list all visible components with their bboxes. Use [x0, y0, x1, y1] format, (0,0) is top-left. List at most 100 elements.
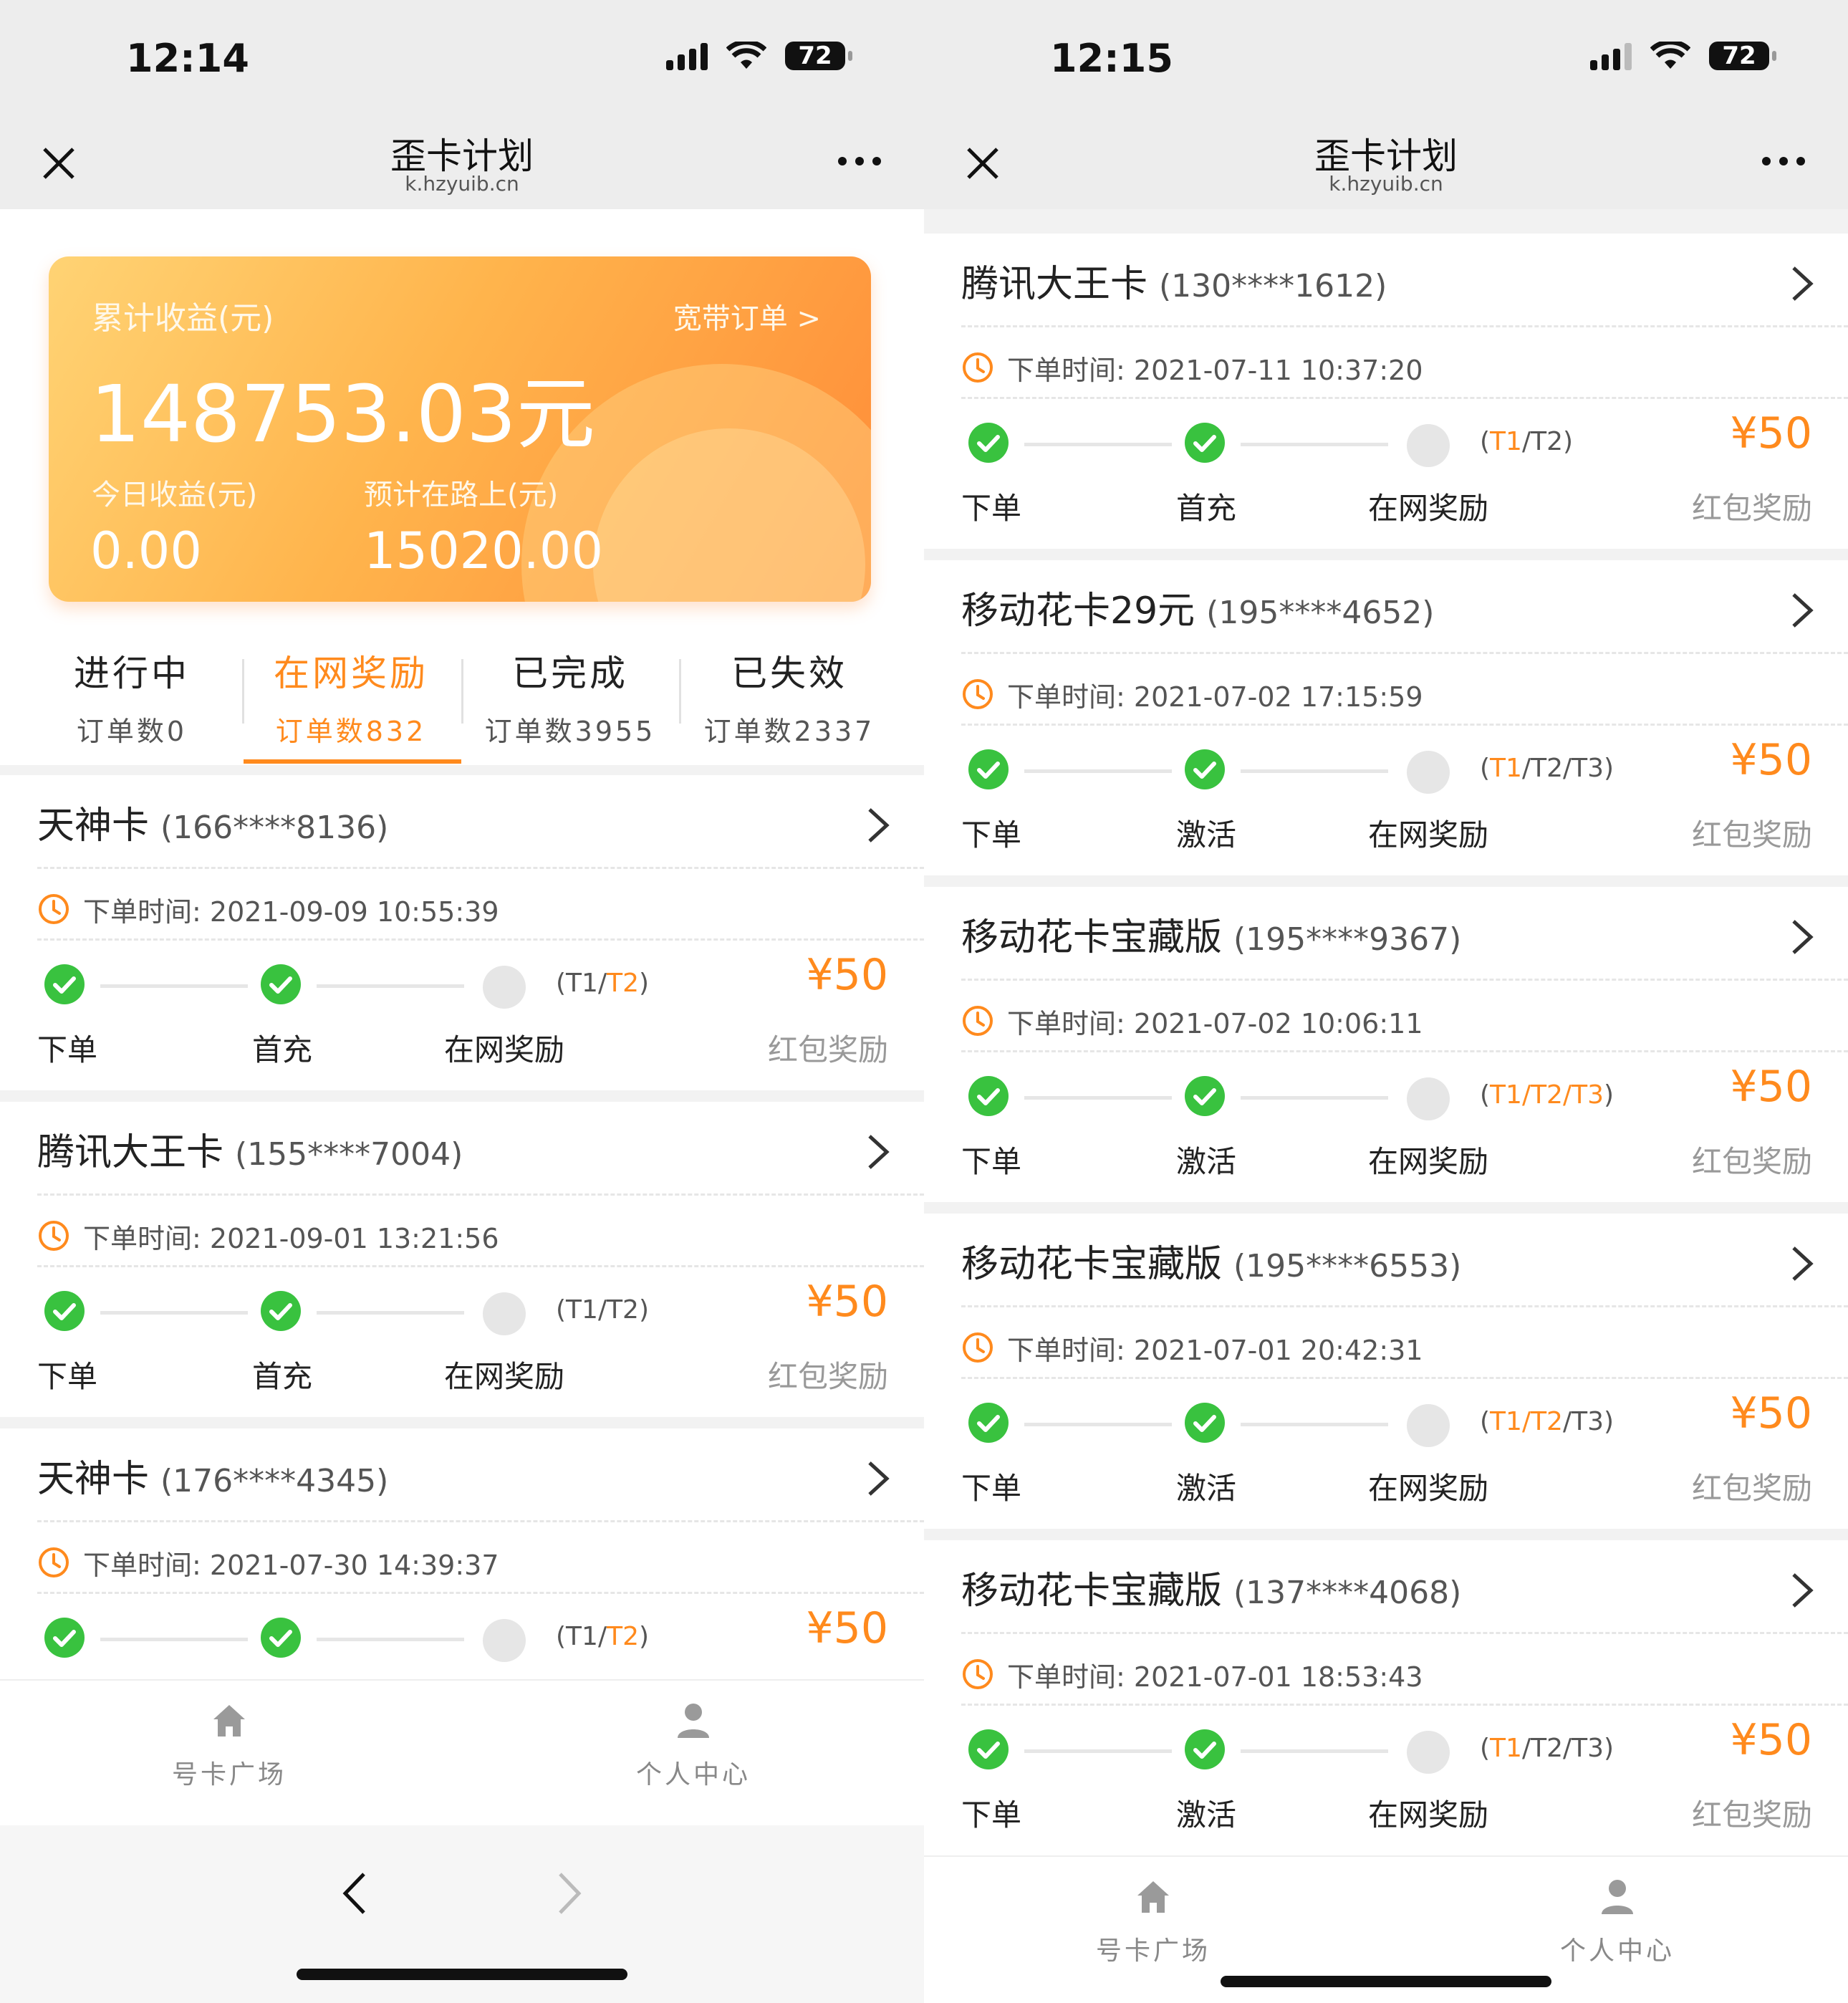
divider — [37, 1265, 924, 1267]
divider — [37, 1193, 924, 1196]
check-icon — [44, 1618, 85, 1658]
order-phone: (195****4652) — [1206, 595, 1435, 631]
clock-icon — [963, 679, 993, 709]
reward-stage: (T1/T2/T3) — [1480, 1734, 1614, 1763]
divider — [961, 1632, 1848, 1634]
tab-network-reward[interactable]: 在网奖励 订单数832 — [244, 630, 458, 749]
check-icon — [1185, 749, 1225, 789]
step-label: 下单 — [37, 1359, 98, 1394]
more-icon[interactable] — [1762, 150, 1812, 172]
back-arrow-icon[interactable] — [337, 1868, 372, 1918]
chevron-right-icon[interactable] — [1788, 262, 1816, 305]
chevron-right-icon[interactable] — [1788, 1242, 1816, 1285]
reward-amount: ¥50 — [806, 1603, 888, 1653]
progress-connector — [100, 1638, 248, 1641]
clock-icon — [39, 894, 69, 924]
clock-icon — [963, 1006, 993, 1036]
total-earnings-value: 148753.03元 — [90, 368, 595, 460]
order-product-name: 移动花卡宝藏版 (195****9367) — [961, 916, 1462, 959]
tab-card-square[interactable]: 号卡广场 — [1046, 1877, 1261, 1967]
tab-expired[interactable]: 已失效 订单数2337 — [682, 630, 897, 749]
chevron-right-icon[interactable] — [864, 1457, 892, 1500]
forward-arrow-icon[interactable] — [552, 1868, 587, 1918]
tab-personal-center[interactable]: 个人中心 — [586, 1701, 801, 1791]
step-label: 激活 — [1176, 1471, 1237, 1506]
step-label: 下单 — [961, 817, 1022, 852]
home-indicator — [297, 1969, 627, 1980]
today-earnings-value: 0.00 — [90, 522, 202, 580]
check-icon — [968, 1076, 1009, 1116]
user-icon — [678, 1704, 709, 1738]
signal-icon — [1590, 42, 1632, 70]
user-icon — [1602, 1880, 1633, 1914]
signal-icon — [666, 42, 708, 70]
reward-amount: ¥50 — [1730, 1715, 1812, 1765]
order-product-name: 腾讯大王卡 (155****7004) — [37, 1131, 463, 1174]
reward-label: 红包奖励 — [1691, 491, 1812, 526]
chevron-right-icon[interactable] — [1788, 1569, 1816, 1612]
progress-connector — [100, 1311, 248, 1315]
nav-bar: 歪卡计划 k.hzyuib.cn — [0, 115, 924, 209]
chevron-right-icon[interactable] — [1788, 589, 1816, 632]
order-card[interactable]: 移动花卡宝藏版 (137****4068) 下单时间: 2021-07-01 18… — [924, 1540, 1848, 1855]
pending-step-icon — [483, 966, 526, 1009]
chevron-right-icon[interactable] — [1788, 916, 1816, 959]
progress-connector — [317, 1311, 464, 1315]
nav-bar: 歪卡计划 k.hzyuib.cn — [924, 115, 1848, 209]
tab-personal-center[interactable]: 个人中心 — [1510, 1877, 1725, 1967]
progress-connector — [1241, 443, 1388, 446]
order-card[interactable]: 腾讯大王卡 (130****1612) 下单时间: 2021-07-11 10:3… — [924, 234, 1848, 549]
progress-connector — [1024, 443, 1172, 446]
order-product-name: 移动花卡宝藏版 (195****6553) — [961, 1243, 1462, 1286]
step-label: 在网奖励 — [1368, 1144, 1489, 1179]
order-card[interactable]: 移动花卡宝藏版 (195****9367) 下单时间: 2021-07-02 10… — [924, 887, 1848, 1202]
divider — [37, 1592, 924, 1594]
order-time: 下单时间: 2021-09-09 10:55:39 — [83, 896, 499, 928]
step-label: 下单 — [961, 1797, 1022, 1833]
step-label: 在网奖励 — [1368, 817, 1489, 852]
divider — [37, 867, 924, 869]
reward-label: 红包奖励 — [1691, 1144, 1812, 1179]
more-icon[interactable] — [838, 150, 888, 172]
broadband-orders-link[interactable]: 宽带订单 > — [673, 295, 821, 337]
chevron-right-icon[interactable] — [864, 804, 892, 847]
reward-label: 红包奖励 — [767, 1032, 888, 1067]
chevron-right-icon[interactable] — [864, 1130, 892, 1173]
divider — [961, 652, 1848, 654]
page-url: k.hzyuib.cn — [1329, 172, 1443, 196]
step-label: 首充 — [252, 1032, 313, 1067]
order-product-name: 移动花卡宝藏版 (137****4068) — [961, 1570, 1462, 1613]
progress-connector — [1024, 1096, 1172, 1100]
order-phone: (130****1612) — [1159, 268, 1387, 304]
order-time: 下单时间: 2021-07-02 10:06:11 — [1007, 1008, 1423, 1039]
divider — [37, 938, 924, 941]
order-time: 下单时间: 2021-07-01 18:53:43 — [1007, 1661, 1423, 1693]
check-icon — [1185, 423, 1225, 463]
step-label: 在网奖励 — [1368, 491, 1489, 526]
pending-step-icon — [1407, 1404, 1450, 1447]
order-card[interactable]: 腾讯大王卡 (155****7004) 下单时间: 2021-09-01 13:2… — [0, 1102, 924, 1417]
order-phone: (137****4068) — [1233, 1575, 1462, 1611]
order-card[interactable]: 移动花卡宝藏版 (195****6553) 下单时间: 2021-07-01 20… — [924, 1214, 1848, 1529]
check-icon — [968, 1403, 1009, 1443]
step-label: 下单 — [961, 491, 1022, 526]
step-label: 首充 — [1176, 491, 1237, 526]
progress-connector — [1241, 1423, 1388, 1426]
active-tab-indicator — [244, 759, 461, 764]
reward-amount: ¥50 — [1730, 1062, 1812, 1112]
progress-connector — [1241, 1096, 1388, 1100]
progress-connector — [1241, 1749, 1388, 1753]
tab-completed[interactable]: 已完成 订单数3955 — [463, 630, 678, 749]
reward-stage: (T1/T2) — [556, 969, 650, 998]
tab-in-progress[interactable]: 进行中 订单数0 — [24, 630, 239, 749]
pending-step-icon — [483, 1292, 526, 1335]
order-phone: (176****4345) — [160, 1463, 389, 1499]
bottom-tab-bar: 号卡广场 个人中心 — [924, 1855, 1848, 2003]
progress-connector — [1024, 769, 1172, 773]
reward-amount: ¥50 — [806, 950, 888, 1000]
order-card[interactable]: 天神卡 (166****8136) 下单时间: 2021-09-09 10:55:… — [0, 775, 924, 1090]
status-bar: 12:14 72 — [0, 0, 924, 115]
tab-card-square[interactable]: 号卡广场 — [122, 1701, 337, 1791]
divider — [961, 1704, 1848, 1706]
order-card[interactable]: 移动花卡29元 (195****4652) 下单时间: 2021-07-02 17… — [924, 560, 1848, 875]
